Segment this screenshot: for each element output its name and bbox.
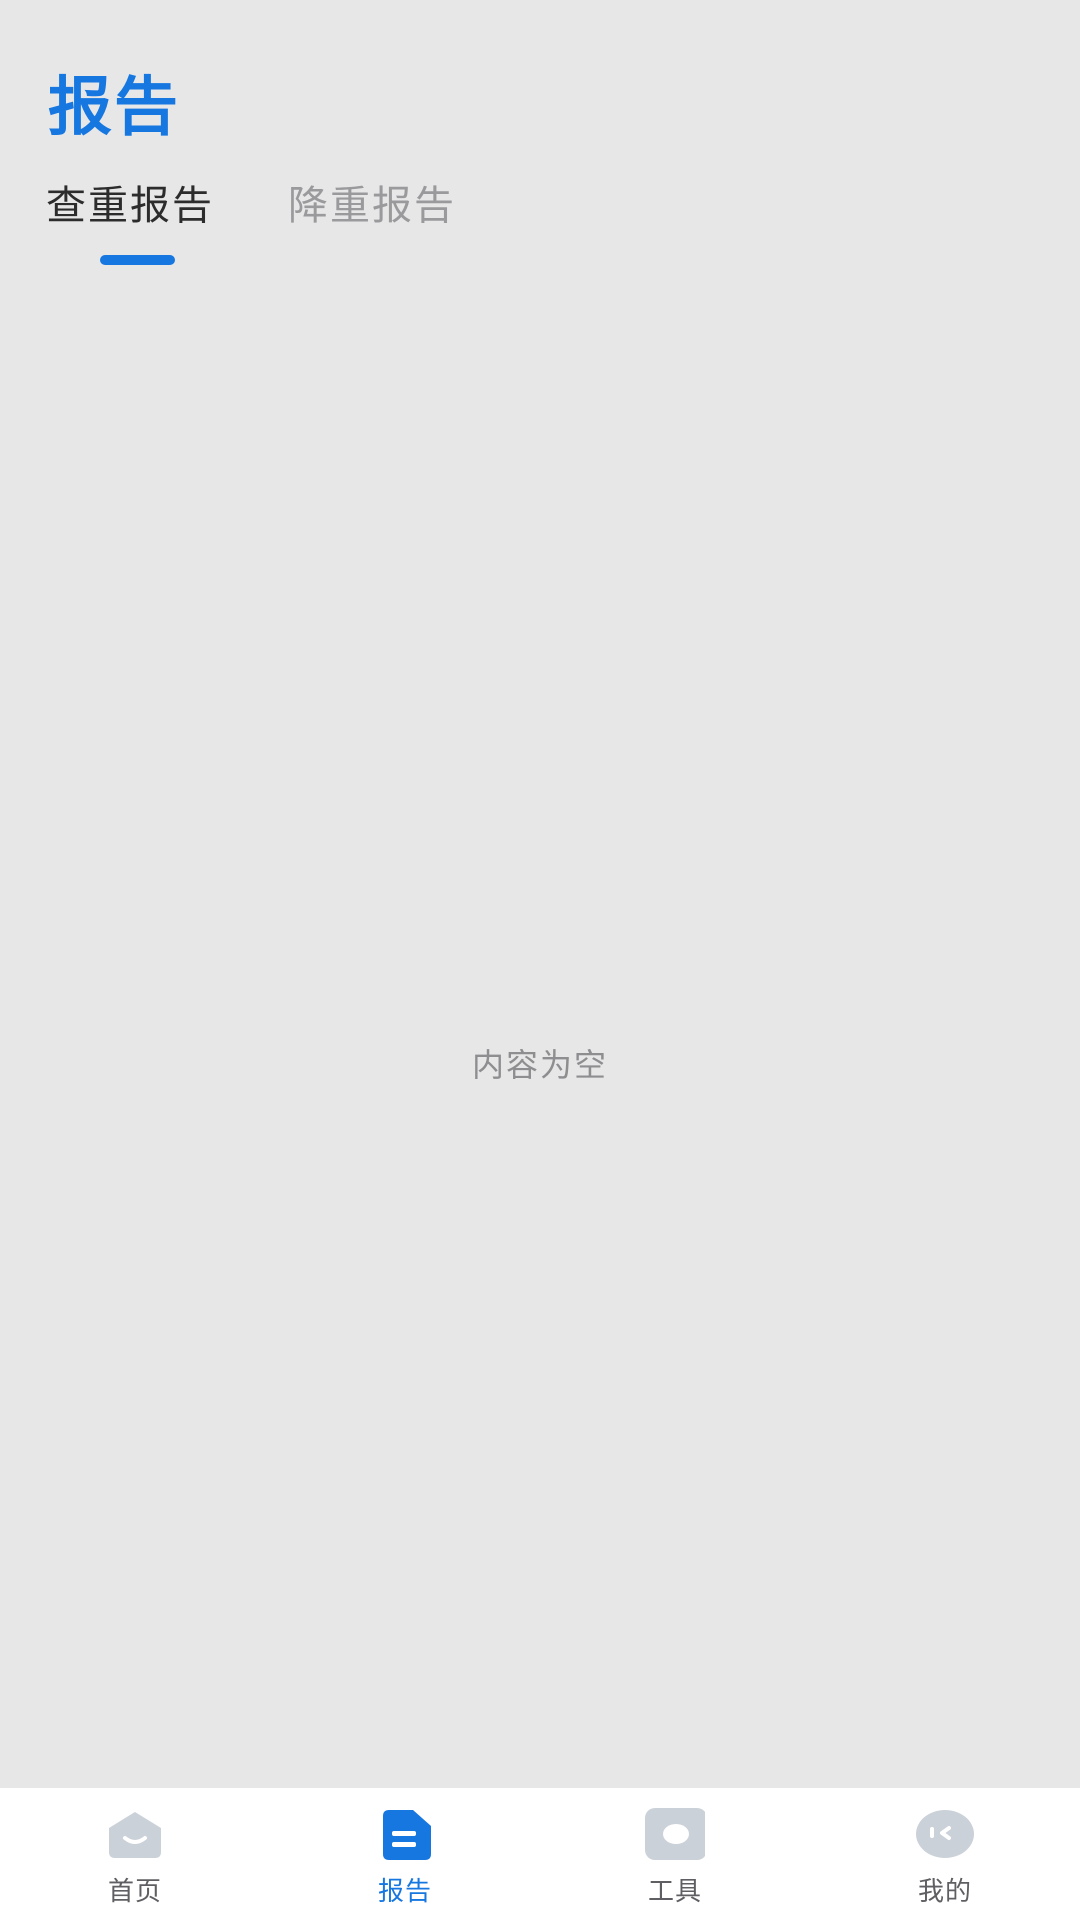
home-icon <box>105 1808 165 1862</box>
bottom-navigation: 首页 报告 工具 我的 <box>0 1788 1080 1920</box>
profile-icon <box>915 1808 975 1862</box>
tab-active-indicator <box>100 255 175 265</box>
nav-item-profile[interactable]: 我的 <box>810 1788 1080 1920</box>
nav-item-tools[interactable]: 工具 <box>540 1788 810 1920</box>
tools-icon <box>645 1808 705 1862</box>
nav-label-profile: 我的 <box>917 1877 972 1907</box>
nav-label-report: 报告 <box>377 1877 432 1907</box>
report-icon <box>375 1808 435 1862</box>
page-title: 报告 <box>48 71 180 145</box>
tab-plagiarism-report[interactable]: 查重报告 <box>46 176 214 236</box>
nav-label-tools: 工具 <box>647 1877 702 1907</box>
tab-reduction-report[interactable]: 降重报告 <box>288 176 456 236</box>
empty-state-text: 内容为空 <box>471 1046 608 1084</box>
nav-label-home: 首页 <box>107 1877 162 1907</box>
nav-item-home[interactable]: 首页 <box>0 1788 270 1920</box>
nav-item-report[interactable]: 报告 <box>270 1788 540 1920</box>
